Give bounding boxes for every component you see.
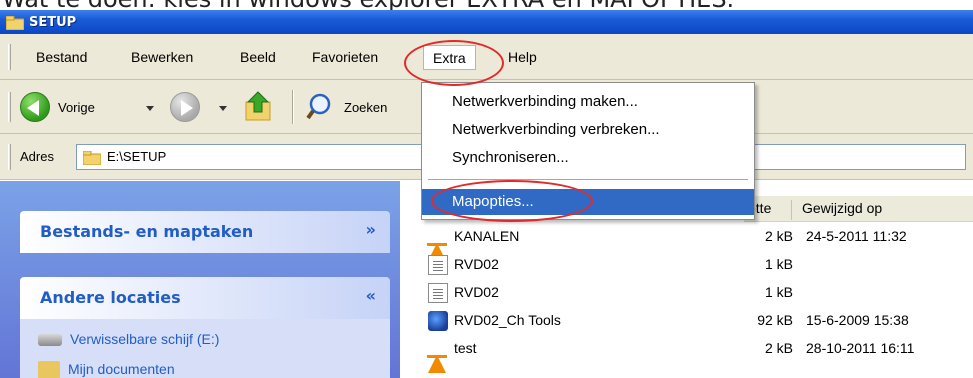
file-size: 92 kB bbox=[757, 312, 793, 328]
back-arrow-icon bbox=[27, 100, 39, 116]
folder-icon bbox=[5, 15, 25, 31]
file-modified: 15-6-2009 15:38 bbox=[806, 312, 909, 328]
vlc-cone-icon bbox=[428, 227, 448, 261]
file-name[interactable]: test bbox=[454, 340, 477, 356]
menu-separator bbox=[428, 179, 748, 180]
tools-app-icon bbox=[428, 311, 448, 331]
menu-item-synchronize[interactable]: Synchroniseren... bbox=[422, 145, 754, 171]
menu-item-network-connect[interactable]: Netwerkverbinding maken... bbox=[422, 89, 754, 115]
column-modified[interactable]: Gewijzigd op bbox=[802, 200, 882, 216]
list-item[interactable]: RVD02_Ch Tools 92 kB 15-6-2009 15:38 bbox=[428, 308, 973, 336]
menu-bewerken[interactable]: Bewerken bbox=[125, 47, 199, 67]
location-removable-drive[interactable]: Verwisselbare schijf (E:) bbox=[38, 331, 219, 347]
menu-bestand[interactable]: Bestand bbox=[30, 47, 93, 67]
file-name[interactable]: KANALEN bbox=[454, 228, 519, 244]
forward-dropdown-icon[interactable] bbox=[219, 106, 227, 111]
annotation-circle-extra bbox=[404, 40, 504, 86]
task-pane: Bestands- en maptaken » Andere locaties … bbox=[0, 181, 400, 378]
vlc-cone-icon bbox=[428, 339, 448, 373]
window-title: SETUP bbox=[29, 14, 77, 30]
collapse-icon[interactable]: « bbox=[366, 286, 376, 305]
back-button[interactable] bbox=[20, 92, 50, 122]
folder-up-icon[interactable] bbox=[244, 90, 274, 124]
drive-icon bbox=[38, 334, 62, 347]
search-icon[interactable] bbox=[306, 92, 336, 122]
panel-other-locations[interactable]: Andere locaties « bbox=[20, 277, 390, 319]
addressbar-grip[interactable] bbox=[8, 144, 11, 170]
back-dropdown-icon[interactable] bbox=[146, 106, 154, 111]
toolbar-grip[interactable] bbox=[8, 92, 11, 122]
toolbar-separator bbox=[292, 90, 294, 124]
file-size: 1 kB bbox=[764, 284, 793, 300]
documents-icon bbox=[38, 361, 60, 378]
panel-title: Bestands- en maptaken bbox=[40, 222, 254, 241]
menubar-grip[interactable] bbox=[8, 44, 11, 70]
address-value[interactable]: E:\SETUP bbox=[107, 149, 166, 164]
forward-button[interactable] bbox=[170, 92, 200, 122]
expand-icon[interactable]: » bbox=[366, 220, 376, 239]
file-size: 2 kB bbox=[764, 228, 793, 244]
list-item[interactable]: KANALEN 2 kB 24-5-2011 11:32 bbox=[428, 224, 973, 261]
list-item[interactable]: test 2 kB 28-10-2011 16:11 bbox=[428, 336, 973, 373]
menu-item-network-disconnect[interactable]: Netwerkverbinding verbreken... bbox=[422, 117, 754, 143]
file-modified: 28-10-2011 16:11 bbox=[806, 340, 915, 356]
address-label: Adres bbox=[20, 149, 54, 164]
panel-file-tasks[interactable]: Bestands- en maptaken » bbox=[20, 211, 390, 253]
location-my-documents[interactable]: Mijn documenten bbox=[38, 361, 175, 378]
shortcut-file-icon bbox=[428, 255, 448, 275]
list-item[interactable]: RVD02 1 kB bbox=[428, 252, 973, 280]
panel-locations-body: Verwisselbare schijf (E:) Mijn documente… bbox=[20, 319, 390, 378]
file-modified: 24-5-2011 11:32 bbox=[806, 228, 907, 244]
file-name[interactable]: RVD02 bbox=[454, 284, 499, 300]
menu-beeld[interactable]: Beeld bbox=[234, 47, 282, 67]
list-item[interactable]: RVD02 1 kB bbox=[428, 280, 973, 308]
text-file-icon bbox=[428, 283, 448, 303]
file-name[interactable]: RVD02 bbox=[454, 256, 499, 272]
file-name[interactable]: RVD02_Ch Tools bbox=[454, 312, 561, 328]
forward-arrow-icon bbox=[181, 100, 193, 116]
file-size: 2 kB bbox=[764, 340, 793, 356]
panel-title: Andere locaties bbox=[40, 288, 181, 307]
file-size: 1 kB bbox=[764, 256, 793, 272]
list-header: otte Gewijzigd op bbox=[744, 196, 973, 222]
back-label[interactable]: Vorige bbox=[58, 100, 95, 115]
annotation-circle-mapopties bbox=[431, 180, 593, 222]
window-titlebar[interactable]: SETUP bbox=[0, 10, 973, 34]
search-label[interactable]: Zoeken bbox=[344, 100, 387, 115]
menu-favorieten[interactable]: Favorieten bbox=[306, 47, 384, 67]
menu-help[interactable]: Help bbox=[502, 47, 543, 67]
folder-icon bbox=[82, 150, 102, 166]
